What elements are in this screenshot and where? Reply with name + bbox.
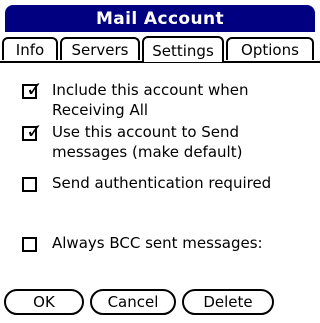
tab-info[interactable]: Info bbox=[2, 37, 58, 60]
include-receiving-all-checkbox[interactable]: ✓ bbox=[22, 79, 43, 99]
always-bcc-label: Always BCC sent messages: bbox=[52, 234, 263, 252]
send-authentication-label: Send authentication required bbox=[52, 174, 272, 192]
use-to-send-label: Use this account to Send messages (make … bbox=[52, 123, 243, 161]
send-authentication-checkbox[interactable] bbox=[22, 177, 37, 192]
option-include-receiving-all[interactable]: ✓ Include this account when Receiving Al… bbox=[22, 79, 307, 120]
option-use-to-send[interactable]: ✓ Use this account to Send messages (mak… bbox=[22, 121, 307, 162]
tab-options[interactable]: Options bbox=[226, 37, 314, 60]
always-bcc-checkbox[interactable] bbox=[22, 237, 37, 252]
window-title: Mail Account bbox=[5, 5, 315, 32]
include-receiving-all-label: Include this account when Receiving All bbox=[52, 81, 249, 119]
ok-button[interactable]: OK bbox=[4, 289, 84, 315]
tab-settings[interactable]: Settings bbox=[142, 36, 224, 62]
use-to-send-checkbox[interactable]: ✓ bbox=[22, 121, 43, 141]
option-send-authentication[interactable]: Send authentication required bbox=[22, 173, 307, 193]
tab-servers[interactable]: Servers bbox=[60, 37, 140, 60]
option-always-bcc[interactable]: Always BCC sent messages: bbox=[22, 233, 307, 253]
check-icon: ✓ bbox=[26, 77, 43, 101]
check-icon: ✓ bbox=[26, 119, 43, 143]
cancel-button[interactable]: Cancel bbox=[90, 289, 176, 315]
delete-button[interactable]: Delete bbox=[182, 289, 274, 315]
